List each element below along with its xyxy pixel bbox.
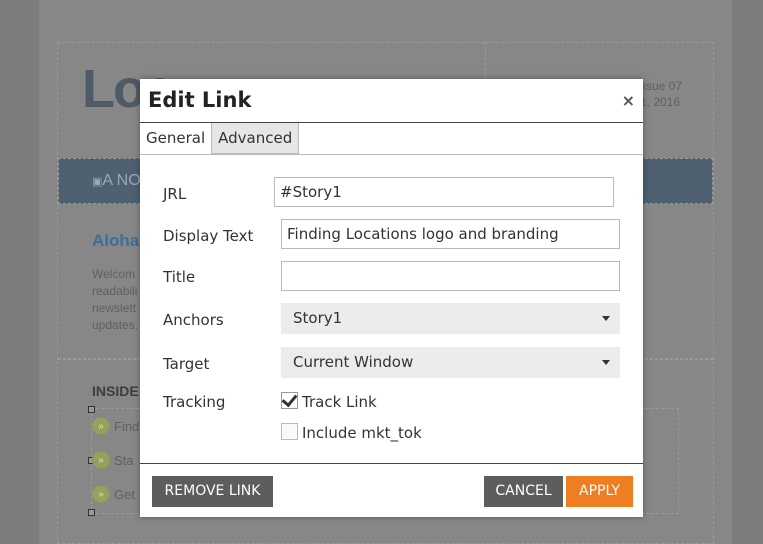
issue-date: 1, 2016 [640, 95, 681, 109]
target-selected-value: Current Window [293, 353, 414, 371]
list-item: » Get [92, 485, 135, 503]
chevron-right-icon: » [92, 485, 110, 503]
apply-button[interactable]: APPLY [566, 476, 633, 507]
url-input[interactable] [274, 177, 614, 207]
resize-handle[interactable] [88, 406, 95, 413]
dropdown-caret-icon [602, 316, 610, 321]
tabs-divider [140, 154, 643, 155]
tracking-label: Tracking [163, 393, 226, 411]
dialog-tabs: General Advanced [140, 123, 300, 154]
url-label: JRL [163, 185, 187, 203]
dialog-title: Edit Link [148, 88, 252, 112]
list-item: » Sta [92, 451, 134, 469]
dropdown-caret-icon [602, 360, 610, 365]
track-link-label: Track Link [302, 393, 377, 411]
list-item: » Find [92, 417, 139, 435]
title-input[interactable] [281, 261, 620, 291]
anchors-label: Anchors [163, 311, 224, 329]
checkmark-icon [281, 390, 298, 408]
resize-handle[interactable] [88, 509, 95, 516]
dialog-header: Edit Link × [140, 79, 643, 123]
target-label: Target [163, 355, 210, 373]
chevron-right-icon: » [92, 417, 110, 435]
image-icon: ▣ [92, 176, 103, 188]
include-mkt-tok-label: Include mkt_tok [302, 424, 422, 442]
issue-info: ssue 07 1, 2016 [640, 78, 682, 110]
close-icon[interactable]: × [622, 91, 635, 110]
include-mkt-tok-checkbox[interactable] [281, 423, 298, 440]
display-text-label: Display Text [163, 227, 254, 245]
remove-link-button[interactable]: REMOVE LINK [152, 476, 273, 507]
target-select[interactable]: Current Window [281, 347, 620, 378]
edit-link-dialog: Edit Link × General Advanced JRL Display… [140, 79, 643, 517]
tab-advanced[interactable]: Advanced [212, 123, 300, 154]
issue-line: ssue 07 [640, 79, 683, 93]
anchors-select[interactable]: Story1 [281, 303, 620, 334]
title-label: Title [163, 268, 196, 286]
greeting-heading: Aloha [92, 231, 140, 250]
display-text-input[interactable] [281, 219, 620, 249]
anchors-selected-value: Story1 [293, 309, 343, 327]
tab-general[interactable]: General [140, 123, 213, 154]
footer-divider [140, 463, 643, 464]
cancel-button[interactable]: CANCEL [484, 476, 563, 507]
inside-heading: INSIDE [92, 383, 139, 399]
track-link-checkbox[interactable] [281, 390, 298, 409]
chevron-right-icon: » [92, 451, 110, 469]
banner-text: ▣A NO [92, 172, 141, 189]
